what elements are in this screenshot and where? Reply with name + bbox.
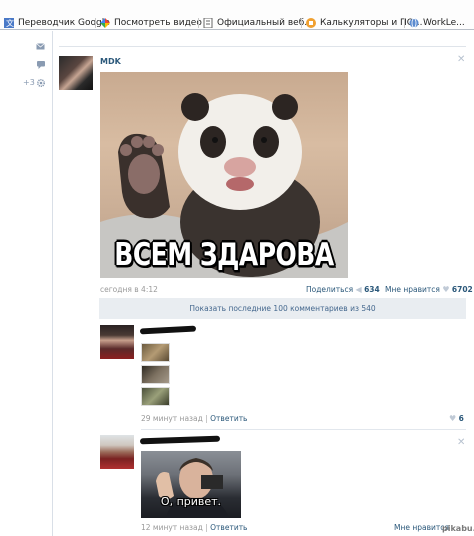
bookmark-translate[interactable]: 文 Переводчик Google — [4, 15, 110, 29]
bookmark-workle[interactable]: WorkLe... — [409, 15, 465, 29]
comment-divider — [141, 429, 466, 430]
post-author[interactable]: MDK — [100, 57, 121, 66]
reply-link[interactable]: Ответить — [210, 523, 247, 532]
heart-icon: ♥ — [449, 414, 457, 423]
comment-icon[interactable] — [37, 61, 45, 69]
gear-icon[interactable] — [37, 79, 45, 87]
calculator-icon — [306, 18, 316, 28]
comment-like-button[interactable]: ♥ 6 — [449, 414, 464, 423]
watermark: pikabu.ru — [442, 524, 474, 533]
bookmark-label: Посмотреть видео — [114, 18, 202, 28]
comment-photo[interactable]: О, привет. — [141, 451, 241, 518]
feed-divider — [59, 46, 466, 47]
svg-text:文: 文 — [6, 18, 14, 28]
bookmark-label: Переводчик Google — [18, 18, 110, 28]
notifications-count[interactable]: +3 — [23, 78, 35, 87]
globe-icon — [409, 18, 419, 28]
like-button[interactable]: Мне нравится ♥ 6702 — [385, 285, 473, 294]
redacted-name — [139, 435, 221, 445]
close-icon[interactable]: ✕ — [457, 54, 465, 65]
bookmark-label: Калькуляторы и ПО... — [320, 18, 423, 28]
photo-caption: ВСЕМ ЗДАРОВА — [114, 236, 334, 273]
translate-icon: 文 — [4, 18, 14, 28]
comment-photo-thumb[interactable] — [141, 365, 170, 384]
bookmark-label: WorkLe... — [423, 18, 465, 28]
pinwheel-icon — [100, 18, 110, 28]
reply-link[interactable]: Ответить — [210, 414, 247, 423]
bookmarks-bar: 文 Переводчик Google Посмотреть видео Офи… — [0, 0, 474, 30]
comment-like-count: 6 — [458, 414, 464, 423]
show-comments-button[interactable]: Показать последние 100 комментариев из 5… — [99, 298, 466, 319]
redacted-name — [139, 325, 197, 335]
close-icon[interactable]: ✕ — [457, 437, 465, 448]
envelope-icon[interactable] — [36, 43, 45, 50]
bookmark-label: Официальный веб... — [217, 18, 313, 28]
author-avatar[interactable] — [59, 56, 93, 90]
comment-meta: 29 минут назад | Ответить — [141, 414, 248, 423]
comment-avatar[interactable] — [100, 325, 134, 359]
sidebar-divider — [52, 31, 53, 536]
comment-like-button[interactable]: Мне нравится — [394, 523, 449, 532]
bookmark-official[interactable]: Официальный веб... — [203, 15, 313, 29]
comment-time[interactable]: 29 минут назад — [141, 414, 203, 423]
comment-avatar[interactable] — [100, 435, 134, 469]
comment-time[interactable]: 12 минут назад — [141, 523, 203, 532]
post-time[interactable]: сегодня в 4:12 — [100, 285, 158, 294]
comment-photo-caption: О, привет. — [160, 495, 222, 508]
share-label: Поделиться — [306, 285, 354, 294]
megaphone-icon: ◀ — [355, 285, 362, 294]
post-photo[interactable]: ВСЕМ ЗДАРОВА — [100, 72, 348, 278]
like-label: Мне нравится — [385, 285, 440, 294]
heart-icon: ♥ — [442, 285, 450, 294]
comment-photo-thumb[interactable] — [141, 387, 170, 406]
comment-meta: 12 минут назад | Ответить — [141, 523, 248, 532]
page-icon — [203, 18, 213, 28]
share-button[interactable]: Поделиться ◀ 634 — [306, 285, 380, 294]
like-count: 6702 — [451, 285, 473, 294]
comment-photo-thumb[interactable] — [141, 343, 170, 362]
bookmark-video[interactable]: Посмотреть видео — [100, 15, 202, 29]
share-count: 634 — [364, 285, 380, 294]
